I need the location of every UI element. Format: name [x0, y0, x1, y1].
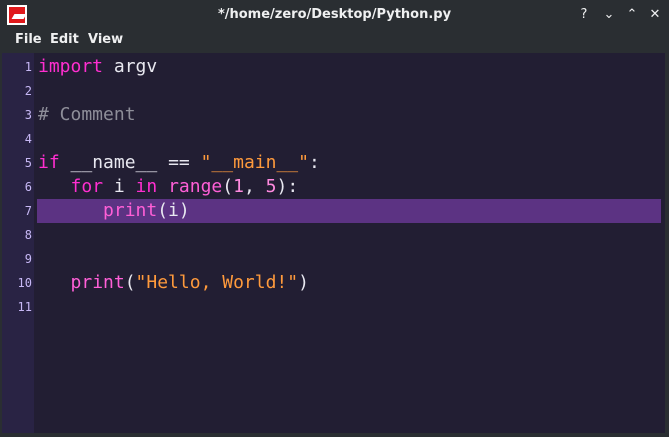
code-token: (i): [157, 200, 190, 221]
line-number-gutter: 1 2 3 4 5 6 7 8 9 10 11: [2, 53, 34, 433]
code-token: i: [103, 176, 136, 197]
code-line[interactable]: import argv: [38, 55, 157, 79]
line-number: 2: [24, 84, 32, 98]
code-token: for: [70, 176, 104, 197]
code-token: 1: [233, 176, 244, 197]
code-token: import: [38, 56, 104, 77]
menu-file[interactable]: File: [15, 30, 42, 52]
line-number: 5: [24, 156, 32, 170]
line-number: 11: [17, 300, 32, 314]
line-number: 10: [17, 276, 32, 290]
code-token: "__main__": [200, 152, 309, 173]
editor-window: */home/zero/Desktop/Python.py ? ⌄ ⌃ ✕ Fi…: [0, 0, 669, 437]
line-number: 8: [24, 228, 32, 242]
code-token: :: [308, 152, 320, 173]
code-token: in: [135, 176, 158, 197]
code-token: (: [222, 176, 234, 197]
code-token: (: [124, 272, 136, 293]
menu-edit[interactable]: Edit: [50, 30, 79, 52]
code-token: "Hello, World!": [135, 272, 299, 293]
window-title: */home/zero/Desktop/Python.py: [217, 7, 452, 22]
line-number: 4: [24, 132, 32, 146]
title-bar[interactable]: */home/zero/Desktop/Python.py ? ⌄ ⌃ ✕: [0, 0, 669, 30]
line-number: 3: [24, 108, 32, 122]
close-icon[interactable]: ✕: [648, 8, 662, 22]
code-token: range: [168, 176, 223, 197]
code-token: ,: [243, 176, 266, 197]
help-icon[interactable]: ?: [577, 8, 591, 22]
line-number: 9: [24, 252, 32, 266]
code-line[interactable]: print(i): [38, 199, 190, 223]
code-token: print: [70, 272, 125, 293]
code-line[interactable]: print("Hello, World!"): [38, 271, 309, 295]
code-token: __name__: [59, 152, 169, 173]
code-line[interactable]: if __name__ == "__main__":: [38, 151, 320, 175]
menu-bar: File Edit View: [0, 30, 669, 52]
code-editor[interactable]: 1 2 3 4 5 6 7 8 9 10 11 import argv # Comment if __n…: [2, 53, 665, 433]
minimize-icon[interactable]: ⌄: [602, 8, 616, 22]
code-token: # Comment: [38, 104, 136, 125]
menu-view[interactable]: View: [88, 30, 123, 52]
code-token: ):: [276, 176, 299, 197]
line-number: 7: [24, 204, 32, 218]
maximize-icon[interactable]: ⌃: [625, 8, 639, 22]
code-token: print: [103, 200, 158, 221]
code-token: argv: [103, 56, 158, 77]
line-number: 6: [24, 180, 32, 194]
code-token: 5: [265, 176, 277, 197]
code-token: ==: [168, 152, 190, 173]
code-token: if: [38, 152, 60, 173]
code-token: ): [298, 272, 309, 293]
code-line[interactable]: for i in range(1, 5):: [38, 175, 299, 199]
line-number: 1: [24, 60, 32, 74]
code-line[interactable]: # Comment: [38, 103, 136, 127]
